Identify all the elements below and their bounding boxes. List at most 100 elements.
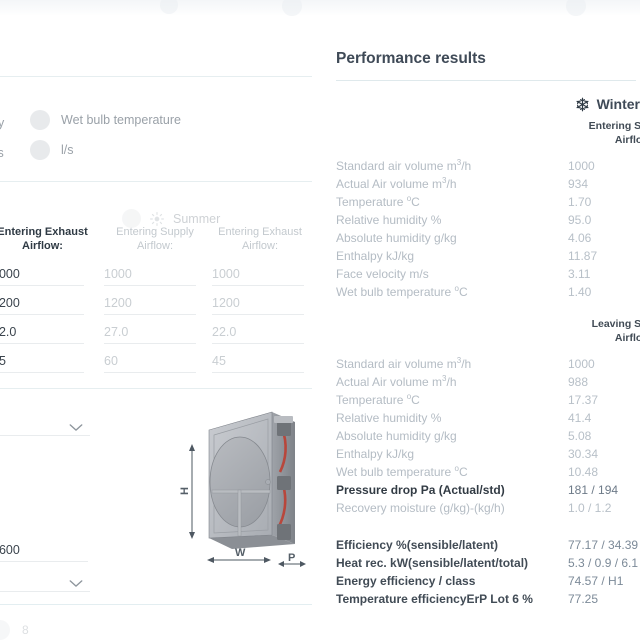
result-value: 1.40: [568, 285, 592, 299]
input-supply-row4[interactable]: 60: [104, 347, 196, 373]
chevron-down-icon[interactable]: [68, 423, 84, 432]
snowflake-icon: [575, 97, 590, 112]
top-ghost-icon: [160, 0, 178, 14]
result-value: 934: [568, 177, 589, 191]
result-value: 74.57 / H1: [568, 574, 624, 588]
result-value: 5.08: [568, 429, 592, 443]
performance-results-panel: Performance results Winter Entering S Ai…: [320, 0, 640, 640]
input-exhaust1-row4[interactable]: 45: [0, 347, 84, 373]
input-exhaust1-row3[interactable]: 22.0: [0, 318, 84, 344]
rotary-heat-exchanger-3d: H W P: [178, 404, 318, 580]
label-text: Enthalpy kJ/kg: [336, 447, 415, 461]
label-text: Wet bulb temperature oC: [336, 464, 468, 480]
panel-divider: [0, 76, 312, 77]
result-value: 3.11: [568, 267, 591, 281]
select-bottom[interactable]: [0, 564, 90, 592]
season-label: Summer: [173, 211, 221, 226]
label-text: Recovery moisture (g/kg)-(kg/h): [336, 501, 505, 515]
result-value: 10.48: [568, 465, 599, 479]
column-header-line2: Airflow:: [136, 240, 174, 252]
result-row: Temperature oC 17.37: [336, 393, 640, 411]
season-header-winter: Winter: [320, 96, 640, 112]
result-row: Wet bulb temperature oC 10.48: [336, 465, 640, 483]
result-row: Relative humidity % 95.0: [336, 213, 640, 231]
result-row: Enthalpy kJ/kg 30.34: [336, 447, 640, 465]
radio-dot-icon[interactable]: [30, 140, 50, 160]
input-supply-row3[interactable]: 27.0: [104, 318, 196, 344]
input-supply-row1[interactable]: 1000: [104, 260, 196, 286]
result-row: Wet bulb temperature oC 1.40: [336, 285, 640, 303]
result-label: Recovery moisture (g/kg)-(kg/h): [336, 501, 505, 515]
panel-divider: [0, 388, 312, 389]
result-row: Temperature oC 1.70: [336, 195, 640, 213]
input-exhaust2-row1[interactable]: 1000: [212, 260, 304, 286]
column-header-line1: Entering Exhaust: [218, 226, 302, 238]
input-exhaust1-row2[interactable]: 1200: [0, 289, 84, 315]
radio-wet-bulb-temperature[interactable]: Wet bulb temperature: [30, 110, 181, 130]
result-value: 17.37: [568, 393, 599, 407]
result-label: Wet bulb temperature oC: [336, 464, 468, 480]
input-supply-row2[interactable]: 1200: [104, 289, 196, 315]
chevron-down-icon[interactable]: [68, 579, 84, 588]
input-exhaust2-row2[interactable]: 1200: [212, 289, 304, 315]
result-row: Enthalpy kJ/kg 11.87: [336, 249, 640, 267]
bottom-stepper-row[interactable]: 8: [0, 620, 29, 640]
stepper-circle-icon[interactable]: [0, 620, 10, 640]
result-value: 1.70: [568, 195, 592, 209]
result-row: Relative humidity % 41.4: [336, 411, 640, 429]
result-label: Absolute humidity g/kg: [336, 429, 457, 443]
result-label: Relative humidity %: [336, 213, 441, 227]
radio-litres-per-second[interactable]: l/s: [30, 140, 74, 160]
radio-dot-icon[interactable]: [30, 110, 50, 130]
panel-divider: [0, 181, 312, 182]
result-value: 4.06: [568, 231, 592, 245]
result-label: Enthalpy kJ/kg: [336, 249, 414, 263]
sun-icon: [150, 211, 164, 226]
input-exhaust2-row4[interactable]: 45: [212, 347, 304, 373]
result-value: 41.4: [568, 411, 592, 425]
label-text: Temperature oC: [336, 194, 420, 210]
input-exhaust1-row1[interactable]: 1000: [0, 260, 84, 286]
result-value: 30.34: [568, 447, 599, 461]
input-exhaust2-row3[interactable]: 22.0: [212, 318, 304, 344]
column-header-line2: Airflow:: [22, 240, 63, 252]
result-row-pressure-drop: Pressure drop Pa (Actual/std) 181 / 194: [336, 483, 640, 501]
result-value: 1.0 / 1.2: [568, 501, 612, 515]
dimension-label-height: H: [178, 487, 191, 495]
result-label: Heat rec. kW(sensible/latent/total): [336, 556, 528, 570]
airflow-header-line2: Airflow:: [614, 332, 640, 344]
label-text: Wet bulb temperature oC: [336, 284, 468, 300]
result-label: Wet bulb temperature oC: [336, 284, 468, 300]
result-row-temperature-efficiency: Temperature efficiencyErP Lot 6 % 77.25: [336, 592, 640, 610]
stepper-value: 8: [22, 623, 29, 637]
label-text: Temperature oC: [336, 392, 420, 408]
result-value: 5.3 / 0.9 / 6.1: [568, 556, 639, 570]
result-label: Relative humidity %: [336, 411, 441, 425]
result-row-efficiency: Efficiency %(sensible/latent) 77.17 / 34…: [336, 538, 640, 556]
label-text: Standard air volume m3/h: [336, 158, 472, 174]
result-value: 1000: [568, 159, 595, 173]
airflow-header-line1: Leaving Sup: [591, 318, 640, 330]
label-text: Enthalpy kJ/kg: [336, 249, 415, 263]
label-text: Energy efficiency / class: [336, 574, 476, 588]
heat-exchanger-illustration: [189, 411, 306, 567]
result-label: Face velocity m/s: [336, 267, 429, 281]
column-header-line2: Airflow:: [241, 240, 279, 252]
result-row: Absolute humidity g/kg 5.08: [336, 429, 640, 447]
clipped-label-humidity: y: [0, 116, 5, 130]
select-top[interactable]: [0, 408, 90, 436]
result-label: Efficiency %(sensible/latent): [336, 538, 498, 552]
input-numeric-2600[interactable]: 2600: [0, 536, 88, 562]
result-value: 95.0: [568, 213, 592, 227]
result-row: Face velocity m/s 3.11: [336, 267, 640, 285]
result-row-heat-recovery: Heat rec. kW(sensible/latent/total) 5.3 …: [336, 556, 640, 574]
result-label: Absolute humidity g/kg: [336, 231, 457, 245]
label-text: Actual Air volume m3/h: [336, 176, 457, 192]
result-label: Actual Air volume m3/h: [336, 176, 457, 192]
label-text: Absolute humidity g/kg: [336, 231, 457, 245]
result-label: Pressure drop Pa (Actual/std): [336, 483, 505, 497]
column-header-entering-supply: Entering Supply Airflow:: [95, 225, 215, 253]
column-header-line1: Entering Exhaust: [0, 226, 88, 238]
label-text: Relative humidity %: [336, 411, 442, 425]
season-header-label: Winter: [596, 96, 640, 112]
